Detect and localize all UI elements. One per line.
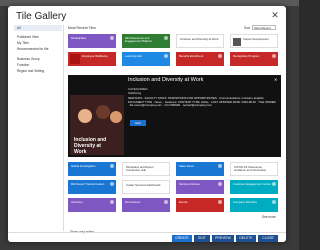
edit-icon[interactable] (218, 164, 222, 168)
tile-inclusion[interactable]: Inclusion and Diversity at Work (176, 34, 224, 48)
sidebar-item-recommended[interactable]: Recommended for Me (14, 46, 62, 52)
tile-sales-news[interactable]: Sales News (176, 162, 224, 176)
preview-description: NEW DATA · FACULTY STAFF, TRANSITIONS FO… (128, 96, 276, 108)
sort-label: Sort (244, 26, 251, 30)
tile-events[interactable]: Events (176, 198, 224, 212)
create-button[interactable]: CREATE (172, 235, 192, 242)
tile-recognition[interactable]: Recognition Program (230, 52, 278, 66)
tile-gallery-dialog: Tile Gallery ✕ All Published View My Til… (8, 6, 286, 242)
sidebar: All Published View My Tiles Recommended … (14, 25, 64, 231)
preview-heading: Inclusion and Diversity at Work (128, 77, 204, 83)
preview-button[interactable]: PREVIEW (212, 235, 234, 242)
preview-category-value: Wellbeing (128, 91, 142, 95)
tile-dei-resources[interactable]: DEI Resources and Engagement Platform (122, 34, 170, 48)
tile-label: Events (179, 200, 188, 204)
edit-icon[interactable] (164, 200, 168, 204)
edit-icon[interactable] (110, 36, 114, 40)
close-button[interactable]: CLOSE (258, 235, 278, 242)
tile-thumbnail (70, 54, 80, 64)
close-icon[interactable]: ✕ (274, 77, 277, 82)
tile-directory[interactable]: Company Directory (230, 198, 278, 212)
sidebar-item-region[interactable]: Region and Setting (14, 68, 62, 74)
tile-label: Customer Engagement Center (233, 182, 271, 186)
tile-customer-engagement[interactable]: Customer Engagement Center (230, 180, 278, 194)
preview-edit-button[interactable]: Edit (130, 120, 146, 126)
edit-icon[interactable] (218, 200, 222, 204)
tile-label: Marketplace (71, 36, 87, 40)
edit-icon[interactable] (272, 200, 276, 204)
main-panel: Most Recent Tiles Sort Most Recent Marke… (66, 25, 281, 234)
tile-covid[interactable]: COVID-19: Resources, Guidance and Inform… (230, 162, 278, 176)
preview-image-title: Inclusion and Diversity at Work (74, 137, 107, 155)
edit-icon[interactable] (110, 200, 114, 204)
tile-label: COVID-19: Resources, Guidance and Inform… (234, 165, 267, 173)
tile-label: DEI Report Transformation (71, 182, 105, 186)
delete-button[interactable]: DELETE (236, 235, 256, 242)
edit-icon[interactable] (218, 182, 222, 186)
sort-select[interactable]: Most Recent (252, 25, 276, 30)
preview-image: Inclusion and Diversity at Work Read Mor… (70, 95, 124, 169)
tile-preview-panel: Inclusion and Diversity at Work ✕ CATEGO… (68, 75, 281, 169)
tile-label: Global Investigation (71, 164, 96, 168)
tile-global-investigation[interactable]: Global Investigation (68, 162, 116, 176)
tile-recruitment[interactable]: Recruitment (122, 198, 170, 212)
tile-label: DEI Resources and Engagement Platform (125, 36, 153, 44)
tile-label: Benefits Enrollment (179, 54, 204, 58)
tile-label: Services Review (179, 182, 200, 186)
tile-volunteer[interactable]: Volunteer (68, 198, 116, 212)
edit-icon[interactable] (164, 36, 168, 40)
sidebar-item-all[interactable]: All (14, 25, 62, 31)
tile-label: Sales News (179, 164, 194, 168)
tile-benefits[interactable]: Benefits Enrollment (176, 52, 224, 66)
edit-icon[interactable] (218, 54, 222, 58)
tile-dei-report[interactable]: DEI Report Transformation (68, 180, 116, 194)
edit-icon[interactable] (272, 182, 276, 186)
section-label: Most Recent Tiles (68, 26, 96, 30)
tile-career[interactable]: Career Development (230, 34, 278, 48)
dialog-footer: CREATE EDIT PREVIEW DELETE CLOSE (8, 232, 286, 242)
edit-icon[interactable] (110, 164, 114, 168)
see-more-link[interactable]: See more (262, 215, 276, 219)
person-figure (96, 105, 110, 119)
tile-label: Recognition Program (233, 54, 260, 58)
tile-label: Career Development (243, 37, 269, 41)
tile-thumbnail (233, 38, 241, 46)
tile-label: Recruitment (125, 200, 141, 204)
edit-icon[interactable] (164, 54, 168, 58)
tile-label: Workplace and Expert Connection Hub (126, 165, 154, 173)
tile-workplace[interactable]: Workplace and Expert Connection Hub (122, 162, 170, 176)
tile-label: Company Directory (233, 200, 257, 204)
edit-icon[interactable] (110, 182, 114, 186)
dialog-title: Tile Gallery (16, 11, 67, 22)
close-icon[interactable]: ✕ (270, 10, 280, 20)
tile-label: Employee Wellbeing (82, 54, 108, 58)
tile-label: Learning Hub (125, 54, 142, 58)
tile-label: Inclusion and Diversity at Work (180, 37, 219, 41)
tile-learning[interactable]: Learning Hub (122, 52, 170, 66)
tile-wellbeing[interactable]: Employee Wellbeing (68, 52, 116, 66)
person-figure (78, 109, 92, 123)
edit-button[interactable]: EDIT (194, 235, 210, 242)
tile-insider[interactable]: Insider Services Dashboard (122, 180, 170, 194)
person-figure (110, 111, 122, 123)
tile-services-review[interactable]: Services Review (176, 180, 224, 194)
tile-label: Volunteer (71, 200, 83, 204)
edit-icon[interactable] (272, 54, 276, 58)
tile-label: Insider Services Dashboard (126, 183, 161, 187)
tile-marketplace[interactable]: Marketplace (68, 34, 116, 48)
